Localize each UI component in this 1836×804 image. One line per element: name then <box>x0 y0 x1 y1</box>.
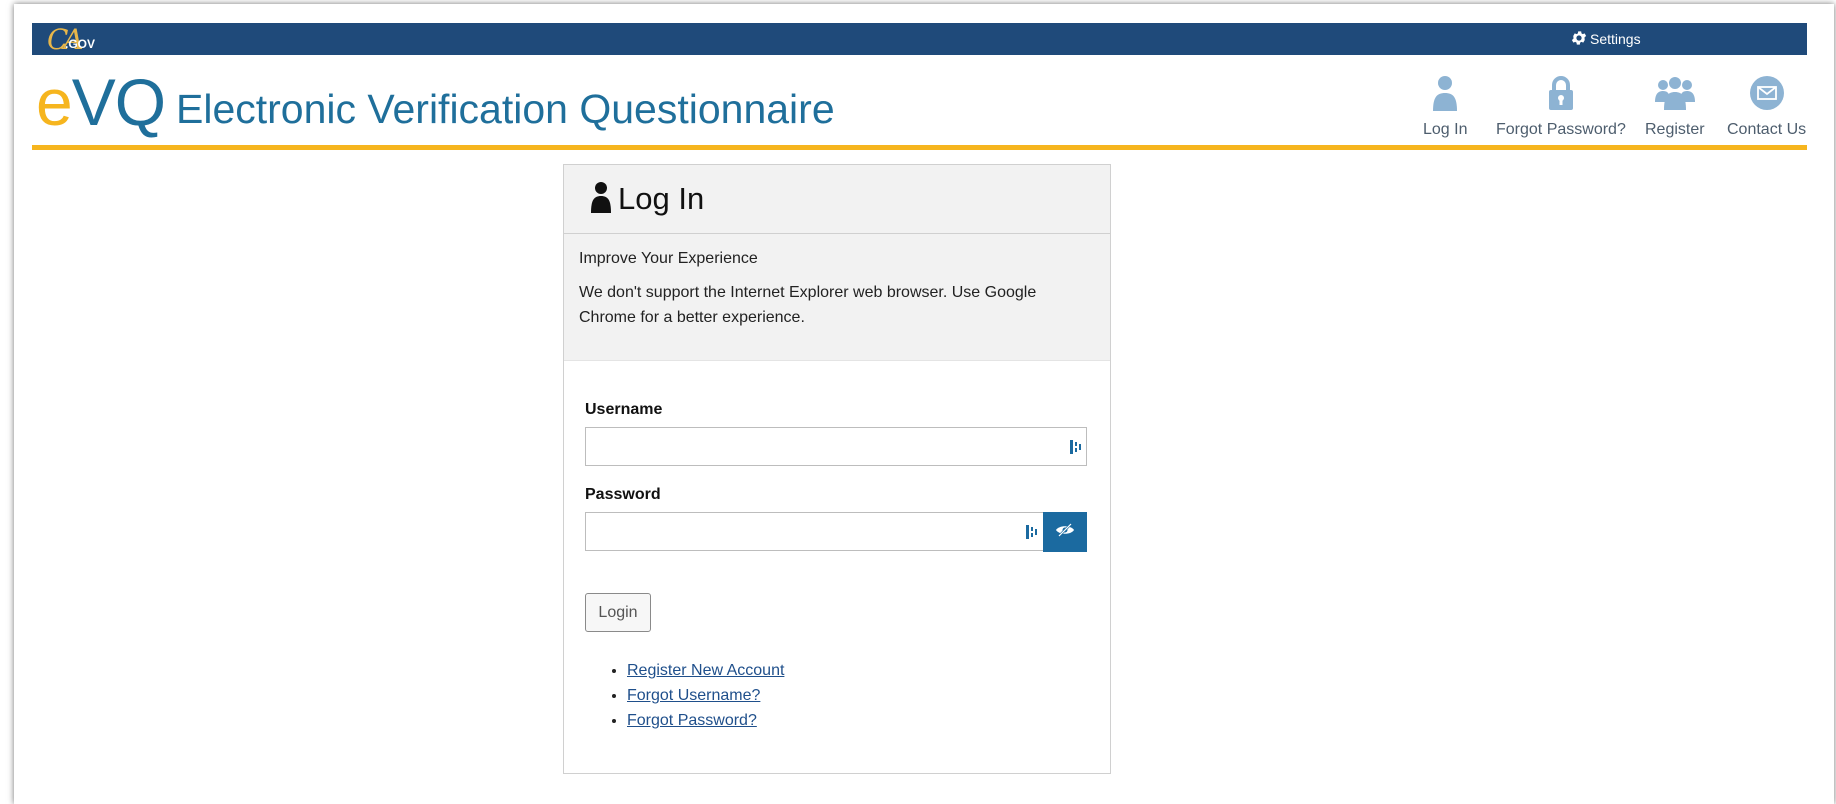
lock-icon <box>1541 73 1581 113</box>
nav-label: Register <box>1645 121 1705 138</box>
envelope-icon <box>1747 73 1787 113</box>
login-card-header: Log In <box>564 165 1110 234</box>
toggle-password-visibility-button[interactable] <box>1043 512 1087 552</box>
users-icon <box>1654 73 1695 113</box>
forgot-username-link[interactable]: Forgot Username? <box>627 687 760 704</box>
ca-gov-logo[interactable]: CA .GOV <box>47 23 107 56</box>
list-item: Forgot Username? <box>627 683 1089 708</box>
user-icon <box>1425 73 1465 113</box>
nav-log-in[interactable]: Log In <box>1423 73 1467 139</box>
settings-button[interactable]: Settings <box>1570 25 1641 53</box>
nav-register[interactable]: Register <box>1645 73 1705 139</box>
nav-label: Log In <box>1423 121 1468 138</box>
settings-label: Settings <box>1590 31 1641 47</box>
header-divider <box>32 145 1807 150</box>
password-manager-icon[interactable] <box>1069 439 1083 455</box>
login-title: Log In <box>618 181 705 216</box>
notice-title: Improve Your Experience <box>579 250 758 267</box>
password-row <box>585 512 1087 552</box>
login-card: Log In Improve Your Experience We don't … <box>563 164 1111 774</box>
list-item: Forgot Password? <box>627 708 1089 733</box>
username-label: Username <box>585 401 663 418</box>
eye-slash-icon <box>1055 522 1075 542</box>
nav-label: Contact Us <box>1727 121 1807 138</box>
nav-label: Forgot Password? <box>1496 121 1626 138</box>
nav-forgot-password[interactable]: Forgot Password? <box>1496 73 1626 139</box>
login-button[interactable]: Login <box>585 593 651 632</box>
forgot-password-link[interactable]: Forgot Password? <box>627 712 757 729</box>
browser-notice: Improve Your Experience We don't support… <box>564 234 1110 361</box>
gear-icon <box>1570 29 1588 50</box>
list-item: Register New Account <box>627 658 1089 683</box>
notice-body: We don't support the Internet Explorer w… <box>579 284 1037 326</box>
ca-gov-topbar: CA .GOV Settings <box>32 23 1807 56</box>
user-icon <box>590 181 612 218</box>
site-header: eVQ Electronic Verification Questionnair… <box>32 55 1807 146</box>
password-input[interactable] <box>585 512 1087 551</box>
header-nav: Log In Forgot Password? Register Contact… <box>32 73 1807 145</box>
login-form: Username Password Login Register New Acc… <box>564 361 1110 733</box>
nav-contact-us[interactable]: Contact Us <box>1727 73 1806 139</box>
username-input[interactable] <box>585 427 1087 466</box>
username-row <box>585 427 1087 466</box>
password-manager-icon[interactable] <box>1025 524 1039 540</box>
account-links: Register New Account Forgot Username? Fo… <box>585 658 1089 733</box>
password-label: Password <box>585 486 661 503</box>
register-new-account-link[interactable]: Register New Account <box>627 662 784 679</box>
gov-logo-text: .GOV <box>65 37 96 51</box>
